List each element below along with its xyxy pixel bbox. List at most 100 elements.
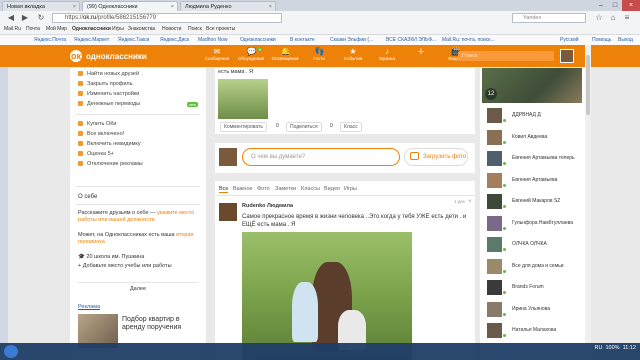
share-button[interactable]: Поделиться xyxy=(286,122,322,132)
feed-tab-video[interactable]: Видео xyxy=(324,186,340,192)
friend-name[interactable]: Евгений Макаров SZ xyxy=(512,198,560,204)
star-icon[interactable]: ☆ xyxy=(594,13,604,23)
friend-name[interactable]: Евгения Артамьева xyxy=(512,177,557,183)
site-name[interactable]: одноклассники xyxy=(86,52,147,61)
scrollbar-thumb[interactable] xyxy=(586,55,590,115)
bookmark-item[interactable]: Все проекты xyxy=(206,25,235,34)
link-item[interactable]: Выход xyxy=(618,35,633,45)
post-photo-thumb[interactable] xyxy=(218,79,268,119)
friend-item[interactable]: Наталья Малахова xyxy=(487,323,577,339)
back-icon[interactable]: ◀ xyxy=(6,13,16,23)
menu-item-all-inclusive[interactable]: Все включено! xyxy=(78,131,124,137)
link-item[interactable]: Madhoo Now xyxy=(198,35,227,45)
minimize-icon[interactable]: – xyxy=(594,0,608,11)
bookmark-item[interactable]: Новости xyxy=(162,25,181,34)
bookmark-item[interactable]: Mail.Ru xyxy=(4,25,21,34)
tab-profile[interactable]: Людмила Руденко × xyxy=(180,1,276,11)
friend-name[interactable]: Ковил Авдеева xyxy=(512,134,547,140)
close-icon[interactable]: × xyxy=(468,199,472,205)
scrollbar[interactable] xyxy=(585,45,591,360)
friend-item[interactable]: Евгения Артамьева xyxy=(487,172,577,189)
link-item[interactable]: Яндекс.Такси xyxy=(118,35,149,45)
school-name[interactable]: 20 школа им. Пушкина xyxy=(86,254,144,260)
friend-name[interactable]: Все для дома и семьи xyxy=(512,263,564,269)
status-input[interactable]: О чем вы думаете? xyxy=(242,148,400,166)
close-icon[interactable]: × xyxy=(269,2,272,11)
link-item[interactable]: Mail.Ru: почта, поиск... xyxy=(442,35,495,45)
avatar[interactable] xyxy=(487,172,502,188)
avatar[interactable] xyxy=(487,151,502,166)
close-icon[interactable]: × xyxy=(171,2,174,11)
nav-item-7[interactable]: ＋ xyxy=(404,47,438,56)
friend-name[interactable]: Ирина Ульянова xyxy=(512,306,550,312)
friend-name[interactable]: Евгения Артамьева теперь xyxy=(512,155,575,161)
forward-icon[interactable]: ▶ xyxy=(20,13,30,23)
close-window-icon[interactable]: × xyxy=(622,0,640,11)
ok-search-input[interactable]: Поиск xyxy=(458,51,554,61)
bookmark-item[interactable]: Мой Мир xyxy=(46,25,67,34)
tab-odnoklassniki[interactable]: (99) Одноклассники × xyxy=(82,1,178,11)
friend-name[interactable]: Brands Forum xyxy=(512,284,544,290)
friend-name[interactable]: Гульнфора Намбтуллаева xyxy=(512,220,573,226)
nav-item-6[interactable]: ♪ Музыка xyxy=(370,47,404,61)
link-item[interactable]: Яндекс.Почта xyxy=(34,35,66,45)
avatar[interactable] xyxy=(487,237,502,252)
bookmark-item[interactable]: Поиск xyxy=(188,25,202,34)
upload-photo-button[interactable]: Загрузить фото xyxy=(404,148,468,166)
friend-item[interactable]: Ирина Ульянова xyxy=(487,301,577,318)
menu-item-disable-ads[interactable]: Отключение рекламы xyxy=(78,161,143,167)
add-study-link[interactable]: Добавьте место учебы или работы xyxy=(83,263,172,269)
friend-item[interactable]: Евгения Артамьева теперь xyxy=(487,151,577,167)
friend-item[interactable]: Евгений Макаров SZ xyxy=(487,194,577,210)
avatar[interactable] xyxy=(487,258,502,274)
avatar[interactable] xyxy=(487,323,502,338)
reload-icon[interactable]: ↻ xyxy=(36,13,46,23)
maximize-icon[interactable]: □ xyxy=(608,0,622,11)
friend-item[interactable]: ДДРВНАД Д xyxy=(487,108,577,124)
nav-item-5[interactable]: ★ События xyxy=(336,47,370,61)
menu-item-rating[interactable]: Оценка 5+ xyxy=(78,151,114,157)
avatar[interactable] xyxy=(560,49,574,63)
avatar[interactable] xyxy=(487,129,502,145)
friend-name[interactable]: ОЛЧКА ОЛЧКА xyxy=(512,241,547,247)
link-item[interactable]: Сказки Эльфии (... xyxy=(330,35,373,45)
link-item[interactable]: Яндекс.Маркет xyxy=(74,35,109,45)
avatar[interactable] xyxy=(487,194,502,209)
post-author[interactable]: Rudenko Людмила xyxy=(242,203,293,209)
language-indicator[interactable]: RU xyxy=(594,345,602,351)
profile-photo[interactable]: 12 xyxy=(482,68,582,103)
friend-name[interactable]: Наталья Малахова xyxy=(512,327,556,333)
friend-item[interactable]: Гульнфора Намбтуллаева xyxy=(487,215,577,232)
menu-item-find-friends[interactable]: Найти новых друзей xyxy=(78,71,139,77)
ad-text[interactable]: Подбор квартир в аренду поручения xyxy=(122,316,194,332)
browser-search-input[interactable]: Yandex xyxy=(512,13,586,23)
bookmark-item[interactable]: Игры xyxy=(112,25,124,34)
like-button[interactable]: Класс xyxy=(340,122,362,132)
avatar[interactable] xyxy=(487,301,502,317)
friend-name[interactable]: ДДРВНАД Д xyxy=(512,112,541,118)
bookmark-item[interactable]: Почта xyxy=(26,25,40,34)
nav-item-3[interactable]: 🔔 Оповещения xyxy=(268,47,302,61)
link-item[interactable]: Помощь xyxy=(592,35,611,45)
link-item[interactable]: ВСЕ СКАЗКИ ЭЛЬФ... xyxy=(386,35,436,45)
ok-logo-icon[interactable]: ок xyxy=(70,50,82,62)
url-field[interactable]: https://ok.ru/profile/586215156779 xyxy=(52,13,282,23)
friend-item[interactable]: Все для дома и семьи xyxy=(487,258,577,275)
nav-item-1[interactable]: ✉ Сообщения xyxy=(200,47,234,61)
friend-item[interactable]: Ковил Авдеева xyxy=(487,129,577,146)
comment-button[interactable]: Комментировать xyxy=(220,122,267,132)
feed-tab-all[interactable]: Все xyxy=(219,186,229,193)
friend-item[interactable]: Brands Forum xyxy=(487,280,577,296)
link-item[interactable]: Яндекс.Диск xyxy=(160,35,189,45)
menu-item-money-transfer[interactable]: Денежные переводы xyxy=(78,101,140,107)
menu-item-buy-oks[interactable]: Купить ОКи xyxy=(78,121,116,127)
link-item[interactable]: В контакте xyxy=(290,35,315,45)
feed-tab-important[interactable]: Важное xyxy=(233,186,253,192)
avatar[interactable] xyxy=(487,280,502,295)
avatar[interactable] xyxy=(219,203,237,221)
feed-tab-photo[interactable]: Фото xyxy=(257,186,270,192)
link-item[interactable]: Русский xyxy=(560,35,579,45)
menu-icon[interactable]: ≡ xyxy=(622,13,632,23)
link-item[interactable]: Одноклассники xyxy=(240,35,276,45)
bookmark-item[interactable]: Знакомства xyxy=(128,25,155,34)
